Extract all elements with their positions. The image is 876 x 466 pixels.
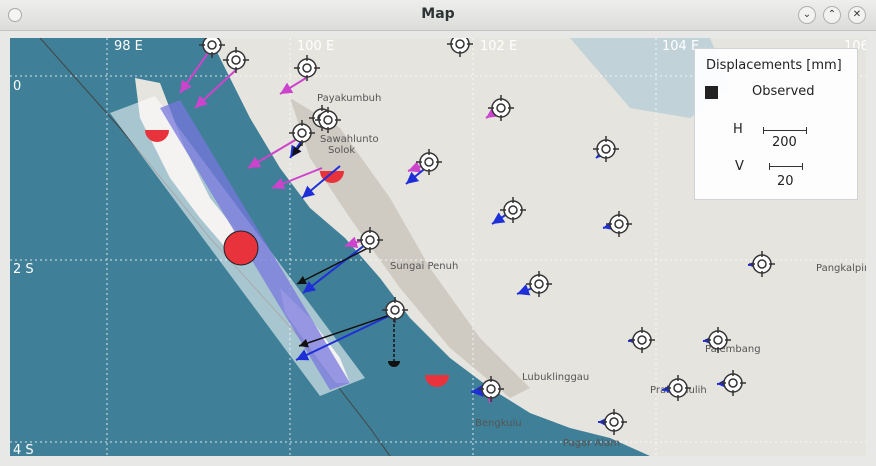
lat-label-4s: 4 S — [13, 443, 34, 456]
title-bar[interactable]: Map ⌄ ⌃ ✕ — [0, 0, 876, 31]
maximize-button[interactable]: ⌃ — [823, 6, 841, 24]
map-window: Map ⌄ ⌃ ✕ 98 E 100 E 102 E 104 E 106 0 2… — [0, 0, 876, 466]
minimize-button[interactable]: ⌄ — [798, 6, 816, 24]
lon-label-102: 102 E — [480, 39, 517, 54]
place-lubuklinggau: Lubuklinggau — [522, 372, 589, 383]
lat-label-2s: 2 S — [13, 262, 34, 277]
place-pagar-alam: Pagar Alam — [563, 438, 620, 449]
legend-title: Displacements [mm] — [706, 58, 842, 73]
legend-h-label: H — [733, 122, 743, 137]
window-title: Map — [421, 6, 455, 22]
lon-label-98: 98 E — [114, 39, 143, 54]
place-sungai-penuh: Sungai Penuh — [390, 261, 458, 272]
place-sawahlunto: Sawahlunto — [320, 134, 379, 145]
displacement-legend: Displacements [mm] Observed H 200 V 20 — [694, 48, 858, 200]
close-button[interactable]: ✕ — [848, 6, 866, 24]
place-pangkalpinang: Pangkalpin — [816, 263, 866, 274]
legend-h-value: 200 — [772, 135, 797, 150]
legend-h-scale — [763, 127, 807, 134]
place-bengkulu: Bengkulu — [475, 418, 522, 429]
legend-v-scale — [769, 163, 803, 170]
legend-v-label: V — [735, 159, 744, 174]
close-icon: ✕ — [852, 9, 862, 20]
source-marker[interactable] — [223, 230, 259, 266]
lon-label-100: 100 E — [297, 39, 334, 54]
place-solok: Solok — [328, 145, 355, 156]
legend-observed-label: Observed — [752, 84, 815, 99]
maximize-icon: ⌃ — [827, 9, 837, 20]
place-payakumbuh: Payakumbuh — [317, 93, 381, 104]
observed-swatch-icon — [705, 86, 718, 99]
lat-label-0: 0 — [13, 79, 21, 94]
legend-v-value: 20 — [777, 174, 794, 189]
minimize-icon: ⌄ — [802, 9, 812, 20]
